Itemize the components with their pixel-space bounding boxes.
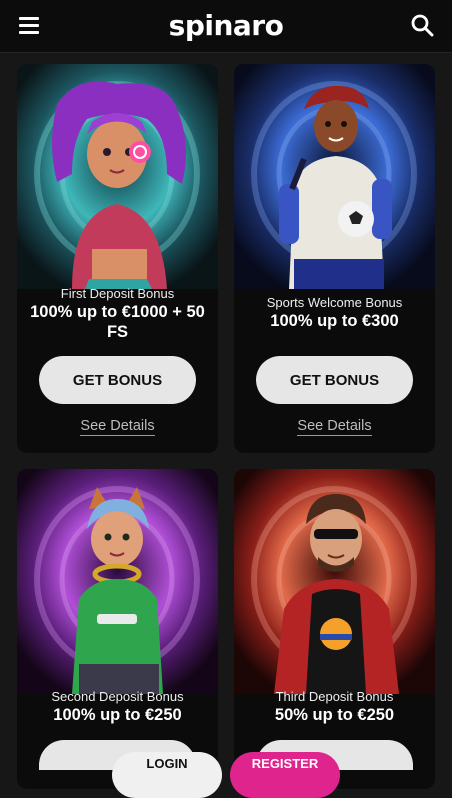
- see-details-label: See Details: [80, 418, 155, 436]
- bonus-card-illustration: [17, 64, 218, 289]
- login-button[interactable]: LOGIN: [112, 752, 222, 798]
- bonus-card-illustration: [17, 469, 218, 694]
- bonus-card-first-deposit: First Deposit Bonus 100% up to €1000 + 5…: [17, 64, 218, 453]
- see-details-label: See Details: [297, 418, 372, 436]
- top-bar: spinaro: [0, 0, 452, 53]
- bonus-caption: First Deposit Bonus 100% up to €1000 + 5…: [17, 286, 218, 342]
- bonus-amount: 50% up to €250: [274, 706, 395, 724]
- get-bonus-button[interactable]: GET BONUS: [256, 356, 413, 404]
- bonus-card-illustration: [234, 469, 435, 694]
- auth-bar: LOGIN REGISTER: [0, 752, 452, 798]
- bonus-name: Sports Welcome Bonus: [266, 295, 403, 310]
- bonus-amount: 100% up to €250: [53, 706, 182, 724]
- see-details-link[interactable]: See Details: [17, 418, 218, 436]
- bonus-caption: Third Deposit Bonus 50% up to €250: [234, 689, 435, 725]
- see-details-link[interactable]: See Details: [234, 418, 435, 436]
- bonus-caption: Sports Welcome Bonus 100% up to €300: [234, 295, 435, 331]
- search-icon[interactable]: [410, 13, 434, 37]
- site-logo[interactable]: spinaro: [0, 9, 452, 42]
- bonus-name: Third Deposit Bonus: [275, 689, 394, 704]
- bonus-card-sports-welcome: Sports Welcome Bonus 100% up to €300 GET…: [234, 64, 435, 453]
- bonus-amount: 100% up to €1000 + 50 FS: [30, 303, 205, 341]
- get-bonus-button[interactable]: GET BONUS: [39, 356, 196, 404]
- bonus-name: Second Deposit Bonus: [51, 689, 184, 704]
- bonus-amount: 100% up to €300: [270, 312, 399, 330]
- bonus-name: First Deposit Bonus: [60, 286, 175, 301]
- bonus-card-illustration: [234, 64, 435, 289]
- bonus-caption: Second Deposit Bonus 100% up to €250: [17, 689, 218, 725]
- register-button[interactable]: REGISTER: [230, 752, 340, 798]
